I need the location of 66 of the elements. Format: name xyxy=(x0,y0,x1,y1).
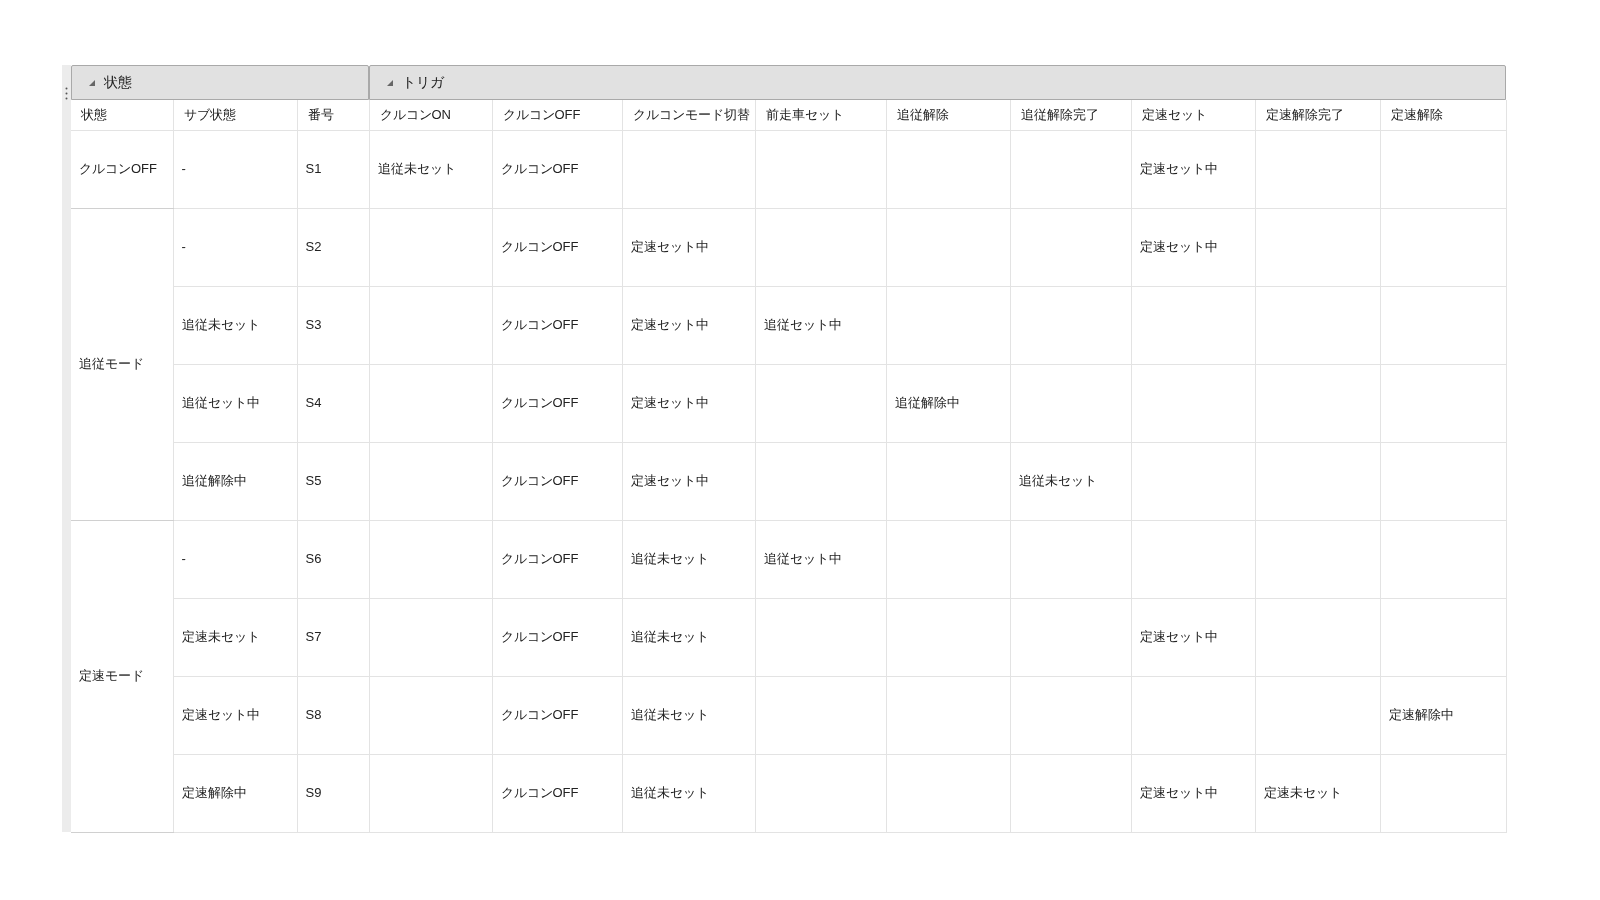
table-cell: S3 xyxy=(305,317,322,333)
table-cell: - xyxy=(181,239,186,255)
column-header: クルコンOFF xyxy=(502,107,581,122)
table-cell: クルコンOFF xyxy=(500,317,579,333)
table-cell: 追従未セット xyxy=(377,161,456,177)
table-cell: 追従解除中 xyxy=(894,395,960,411)
table-cell: 追従未セット xyxy=(181,317,260,333)
table-cell: 追従解除中 xyxy=(181,473,247,489)
table-cell: 追従未セット xyxy=(1018,473,1097,489)
table-cell: - xyxy=(181,161,186,177)
table-cell: 定速セット中 xyxy=(630,395,709,411)
table-cell: S2 xyxy=(305,239,322,255)
table-cell: S9 xyxy=(305,785,322,801)
column-header: 追従解除完了 xyxy=(1020,107,1099,122)
column-header: 定速セット xyxy=(1141,107,1207,122)
column-header: サブ状態 xyxy=(183,107,236,122)
column-header: 状態 xyxy=(81,107,107,122)
table-cell: 定速セット中 xyxy=(630,317,709,333)
table-cell: 追従セット中 xyxy=(181,395,260,411)
column-header: 番号 xyxy=(307,107,334,122)
table-cell: クルコンOFF xyxy=(500,785,579,801)
column-header: 定速解除 xyxy=(1390,107,1443,122)
table-cell: 定速モード xyxy=(79,668,144,684)
table-cell: 定速解除中 xyxy=(1388,707,1454,723)
table-cell: 追従モード xyxy=(79,356,144,372)
table-cell: 定速セット中 xyxy=(181,707,260,723)
collapse-triangle-icon xyxy=(88,78,96,87)
table-cell: S6 xyxy=(305,551,322,567)
table-cell: 追従未セット xyxy=(630,707,709,723)
column-header: 追従解除 xyxy=(896,107,949,122)
table-cell: S4 xyxy=(305,395,322,411)
table-cell: 追従未セット xyxy=(630,785,709,801)
table-cell: 定速セット中 xyxy=(1139,161,1218,177)
table-cell: 定速セット中 xyxy=(1139,239,1218,255)
table-cell: 定速未セット xyxy=(181,629,260,645)
column-header: 前走車セット xyxy=(765,107,844,122)
column-header: クルコンON xyxy=(379,107,451,122)
table-cell: S5 xyxy=(305,473,322,489)
table-cell: クルコンOFF xyxy=(500,707,579,723)
table-cell: 定速セット中 xyxy=(630,239,709,255)
table-cell: 定速解除中 xyxy=(181,785,247,801)
table-cell: 追従セット中 xyxy=(763,551,842,567)
column-group-header[interactable]: 状態 xyxy=(71,65,369,100)
table-cell: S1 xyxy=(305,161,322,177)
table-cell: 定速未セット xyxy=(1263,785,1342,801)
table-cell: クルコンOFF xyxy=(500,161,579,177)
table-cell: S7 xyxy=(305,629,322,645)
table-cell: クルコンOFF xyxy=(500,239,579,255)
table-cell: S8 xyxy=(305,707,322,723)
column-header: 定速解除完了 xyxy=(1265,107,1344,122)
grip-icon[interactable] xyxy=(65,87,68,100)
column-group-header[interactable]: トリガ xyxy=(369,65,1506,100)
table-cell: クルコンOFF xyxy=(79,161,157,177)
table-cell: クルコンOFF xyxy=(500,551,579,567)
table-cell: 定速セット中 xyxy=(1139,629,1218,645)
table-cell: クルコンOFF xyxy=(500,629,579,645)
table-cell: クルコンOFF xyxy=(500,395,579,411)
table-cell: 追従セット中 xyxy=(763,317,842,333)
table-cell: 追従未セット xyxy=(630,551,709,567)
table-cell: クルコンOFF xyxy=(500,473,579,489)
table-cell: - xyxy=(181,551,186,567)
collapse-triangle-icon xyxy=(386,78,394,87)
table-cell: 追従未セット xyxy=(630,629,709,645)
table-cell: 定速セット中 xyxy=(1139,785,1218,801)
table-cell: 定速セット中 xyxy=(630,473,709,489)
column-header: クルコンモード切替 xyxy=(632,107,750,122)
